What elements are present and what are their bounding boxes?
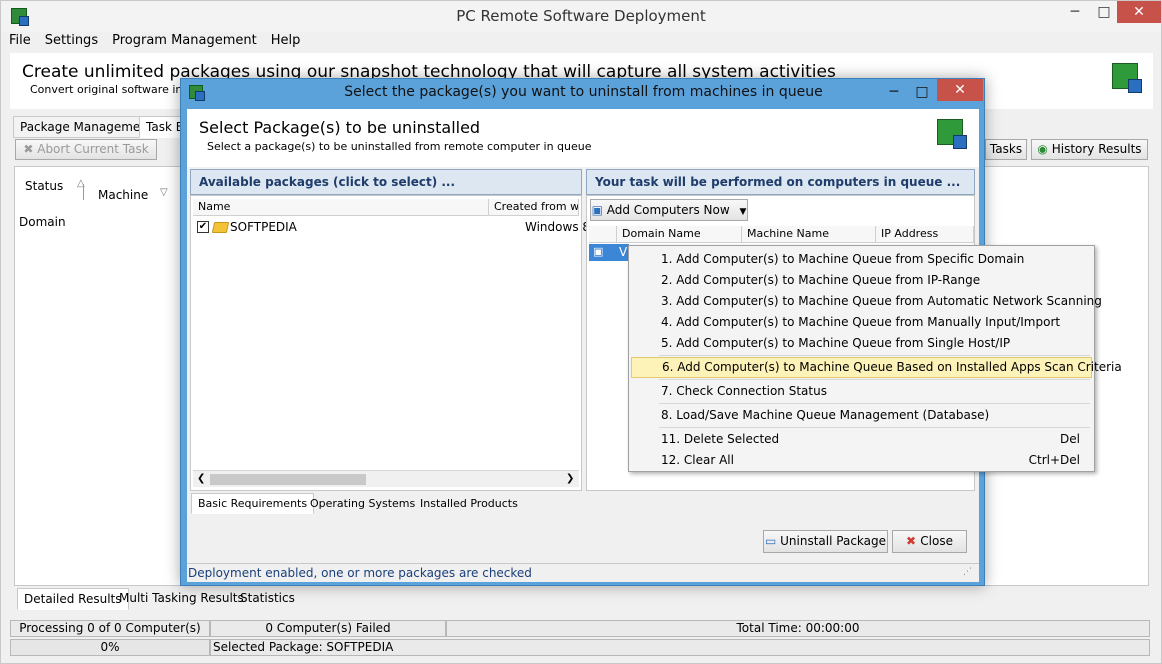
computer-icon: ▣ (593, 245, 604, 258)
add-computers-button[interactable]: ▣ Add Computers Now ▼ (590, 199, 748, 221)
menu-item-installed-apps-scan[interactable]: 6. Add Computer(s) to Machine Queue Base… (631, 357, 1122, 378)
monitor-icon: ▭ (764, 534, 781, 548)
dialog-logo-icon (937, 119, 967, 149)
scroll-right-icon[interactable]: ❯ (566, 473, 574, 484)
uninstall-package-button[interactable]: ▭ Uninstall Package (763, 530, 888, 553)
abort-task-label: Abort Current Task (37, 142, 149, 156)
dialog-title: Select the package(s) you want to uninst… (344, 84, 823, 100)
menu-bar: File Settings Program Management Help (9, 33, 314, 51)
dialog-status-divider (187, 563, 979, 564)
abort-task-button[interactable]: ✖ Abort Current Task (15, 139, 157, 160)
menu-separator (659, 379, 1090, 380)
menu-help[interactable]: Help (271, 33, 301, 48)
col-status[interactable]: Status (25, 179, 63, 193)
queue-row[interactable]: ▣ V (589, 244, 629, 261)
history-icon: ◉ (1037, 142, 1052, 156)
package-checkbox[interactable]: ✔ (197, 221, 209, 233)
close-icon: ✖ (906, 534, 921, 548)
tab-basic-requirements[interactable]: Basic Requirements (191, 493, 315, 514)
menu-file[interactable]: File (9, 33, 31, 48)
tab-installed-products[interactable]: Installed Products (420, 497, 518, 510)
menu-separator (659, 427, 1090, 428)
col-machine[interactable]: Machine (98, 188, 148, 202)
queue-header: Your task will be performed on computers… (586, 169, 975, 195)
menu-separator (659, 403, 1090, 404)
filter-icon: ▽ (160, 187, 168, 198)
menu-item-single-host[interactable]: 5. Add Computer(s) to Machine Queue from… (631, 333, 1092, 354)
dialog-maximize-button[interactable]: □ (909, 81, 935, 103)
uninstall-package-label: Uninstall Package (780, 534, 887, 548)
packages-list: Name Created from win ✔ SOFTPEDIA Window… (190, 195, 590, 491)
dialog-header-subtitle: Select a package(s) to be uninstalled fr… (207, 140, 592, 153)
dialog-close-x-button[interactable]: ✕ (937, 79, 983, 101)
status-processing: Processing 0 of 0 Computer(s) (10, 620, 210, 637)
window-title: PC Remote Software Deployment (456, 7, 706, 25)
dialog-header: Select Package(s) to be uninstalled Sele… (187, 109, 979, 167)
col-machine-name[interactable]: Machine Name (742, 226, 876, 243)
menu-item-network-scanning[interactable]: 3. Add Computer(s) to Machine Queue from… (631, 291, 1102, 312)
tab-multi-tasking-results[interactable]: Multi Tasking Results (119, 591, 244, 605)
folder-icon (211, 222, 230, 233)
menu-item-manual-input[interactable]: 4. Add Computer(s) to Machine Queue from… (631, 312, 1092, 333)
queue-row-text: V (619, 245, 628, 259)
tab-task-execution[interactable]: Task E (139, 116, 185, 138)
menu-item-specific-domain[interactable]: 1. Add Computer(s) to Machine Queue from… (631, 249, 1092, 270)
status-failed: 0 Computer(s) Failed (210, 620, 446, 637)
history-results-label: History Results (1051, 142, 1142, 156)
package-name: SOFTPEDIA (230, 220, 297, 234)
close-label: Close (920, 534, 953, 548)
column-divider (83, 184, 84, 200)
menu-item-delete-selected[interactable]: 11. Delete Selected Del (631, 429, 1092, 450)
packages-column-header: Name Created from win (193, 199, 579, 216)
packages-scrollbar[interactable]: ❮ ❯ (193, 470, 579, 487)
col-ip-address[interactable]: IP Address (876, 226, 974, 243)
menu-item-clear-all[interactable]: 12. Clear All Ctrl+Del (631, 450, 1092, 471)
dialog-header-title: Select Package(s) to be uninstalled (199, 118, 481, 137)
tasks-button[interactable]: Tasks (985, 139, 1027, 160)
dropdown-arrow-icon: ▼ (739, 207, 747, 217)
col-created-from[interactable]: Created from win (489, 199, 579, 216)
tab-operating-systems[interactable]: Operating Systems (310, 497, 415, 510)
menu-separator (659, 355, 1090, 356)
title-bar: PC Remote Software Deployment ─ □ ✕ (1, 1, 1161, 32)
close-button[interactable]: ✖ Close (892, 530, 967, 553)
package-created: Windows 8 (525, 220, 591, 234)
computer-add-icon: ▣ (591, 203, 607, 217)
package-row[interactable]: ✔ SOFTPEDIA Windows 8 (193, 218, 590, 236)
col-domain-name[interactable]: Domain Name (617, 226, 742, 243)
maximize-button[interactable]: □ (1091, 1, 1117, 23)
history-results-button[interactable]: ◉ History Results (1031, 139, 1148, 160)
clear-all-shortcut: Ctrl+Del (1028, 453, 1080, 467)
queue-column-header: Domain Name Machine Name IP Address (589, 226, 974, 243)
add-computers-context-menu: 1. Add Computer(s) to Machine Queue from… (628, 245, 1122, 472)
available-packages-header: Available packages (click to select) ... (190, 169, 582, 195)
dialog-minimize-button[interactable]: ─ (881, 81, 907, 103)
menu-item-load-save-queue[interactable]: 8. Load/Save Machine Queue Management (D… (631, 405, 1092, 426)
menu-item-check-connection[interactable]: 7. Check Connection Status (631, 381, 1092, 402)
delete-selected-label: 11. Delete Selected (661, 432, 780, 446)
tab-detailed-results[interactable]: Detailed Results (17, 588, 129, 610)
menu-program-management[interactable]: Program Management (112, 33, 257, 48)
deploy-logo-icon (1112, 63, 1142, 93)
clear-all-label: 12. Clear All (661, 453, 734, 467)
col-name[interactable]: Name (193, 199, 489, 216)
menu-item-ip-range[interactable]: 2. Add Computer(s) to Machine Queue from… (631, 270, 1092, 291)
close-window-button[interactable]: ✕ (1117, 1, 1161, 23)
dialog-status-text: Deployment enabled, one or more packages… (188, 566, 532, 580)
scroll-thumb[interactable] (210, 474, 366, 485)
status-total-time: Total Time: 00:00:00 (446, 620, 1150, 637)
col-icon (589, 226, 617, 243)
menu-settings[interactable]: Settings (45, 33, 98, 48)
tab-package-management[interactable]: Package Management (13, 116, 160, 138)
scroll-left-icon[interactable]: ❮ (197, 473, 205, 484)
tab-statistics[interactable]: Statistics (240, 591, 295, 605)
resize-grip-icon[interactable]: ⋰ (963, 567, 972, 577)
delete-shortcut: Del (1060, 432, 1080, 446)
col-domain[interactable]: Domain (19, 215, 66, 229)
add-computers-label: Add Computers Now (606, 203, 730, 217)
status-selected-package: Selected Package: SOFTPEDIA (210, 639, 1150, 656)
abort-icon: ✖ (23, 142, 38, 156)
minimize-button[interactable]: ─ (1061, 1, 1089, 23)
progress-bar: 0% (10, 639, 210, 656)
